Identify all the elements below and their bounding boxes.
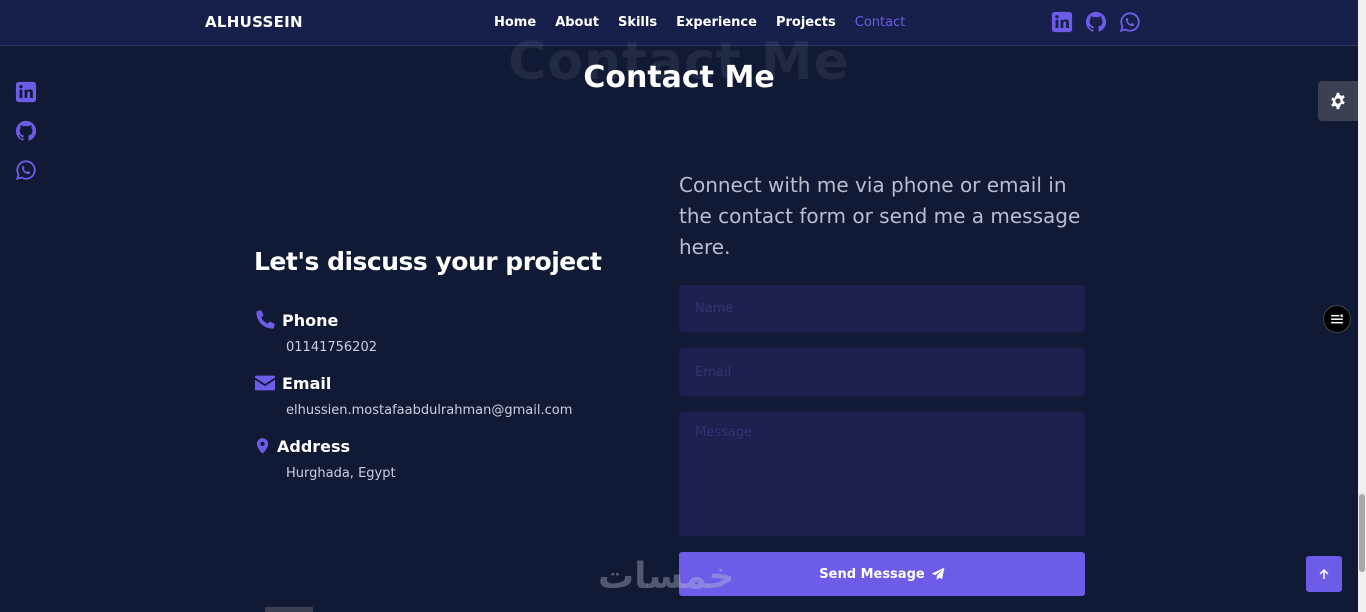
whatsapp-icon[interactable] xyxy=(1119,11,1141,33)
settings-button[interactable] xyxy=(1318,81,1358,121)
nav-link-contact[interactable]: Contact xyxy=(855,15,906,30)
section-title: Contact Me xyxy=(583,60,775,95)
github-icon[interactable] xyxy=(1085,11,1107,33)
nav-link-about[interactable]: About xyxy=(555,15,599,30)
phone-label: Phone xyxy=(282,310,339,330)
address-label: Address xyxy=(277,436,351,456)
send-message-label: Send Message xyxy=(819,566,925,582)
scrollbar-thumb[interactable] xyxy=(1359,494,1365,572)
menu-toggle-button[interactable] xyxy=(1323,305,1351,333)
gear-icon xyxy=(1331,92,1345,110)
address-value: Hurghada, Egypt xyxy=(286,466,396,481)
bottom-divider xyxy=(265,607,313,612)
email-value[interactable]: elhussien.mostafaabdulrahman@gmail.com xyxy=(286,403,572,418)
nav-links: Home About Skills Experience Projects Co… xyxy=(494,15,924,30)
side-social-links xyxy=(15,81,37,181)
nav-social-links xyxy=(1051,11,1141,33)
watermark-logo: خمسات xyxy=(598,556,735,597)
nav-link-skills[interactable]: Skills xyxy=(618,15,657,30)
message-textarea[interactable] xyxy=(679,412,1085,536)
paper-plane-icon xyxy=(931,567,945,581)
envelope-icon xyxy=(254,375,276,391)
nav-link-projects[interactable]: Projects xyxy=(776,15,836,30)
nav-link-experience[interactable]: Experience xyxy=(676,15,757,30)
contact-phone: Phone 01141756202 xyxy=(254,309,377,355)
form-intro: Connect with me via phone or email in th… xyxy=(679,173,1081,259)
linkedin-icon[interactable] xyxy=(1051,11,1073,33)
name-input[interactable] xyxy=(679,285,1085,332)
map-marker-icon xyxy=(256,438,269,454)
phone-icon xyxy=(256,310,275,329)
whatsapp-icon[interactable] xyxy=(15,159,37,181)
email-label: Email xyxy=(282,373,332,393)
send-message-button[interactable]: Send Message xyxy=(679,552,1085,596)
menu-icon xyxy=(1331,314,1344,324)
discuss-heading: Let's discuss your project xyxy=(254,247,602,276)
scroll-to-top-button[interactable] xyxy=(1306,556,1342,592)
github-icon[interactable] xyxy=(15,120,37,142)
email-input[interactable] xyxy=(679,348,1085,396)
contact-email: Email elhussien.mostafaabdulrahman@gmail… xyxy=(254,372,572,418)
nav-link-home[interactable]: Home xyxy=(494,15,536,30)
contact-address: Address Hurghada, Egypt xyxy=(254,435,396,481)
brand-logo[interactable]: ALHUSSEIN xyxy=(205,13,303,31)
arrow-up-icon xyxy=(1319,569,1329,579)
page-scrollbar[interactable] xyxy=(1358,0,1366,612)
phone-value[interactable]: 01141756202 xyxy=(286,340,377,355)
